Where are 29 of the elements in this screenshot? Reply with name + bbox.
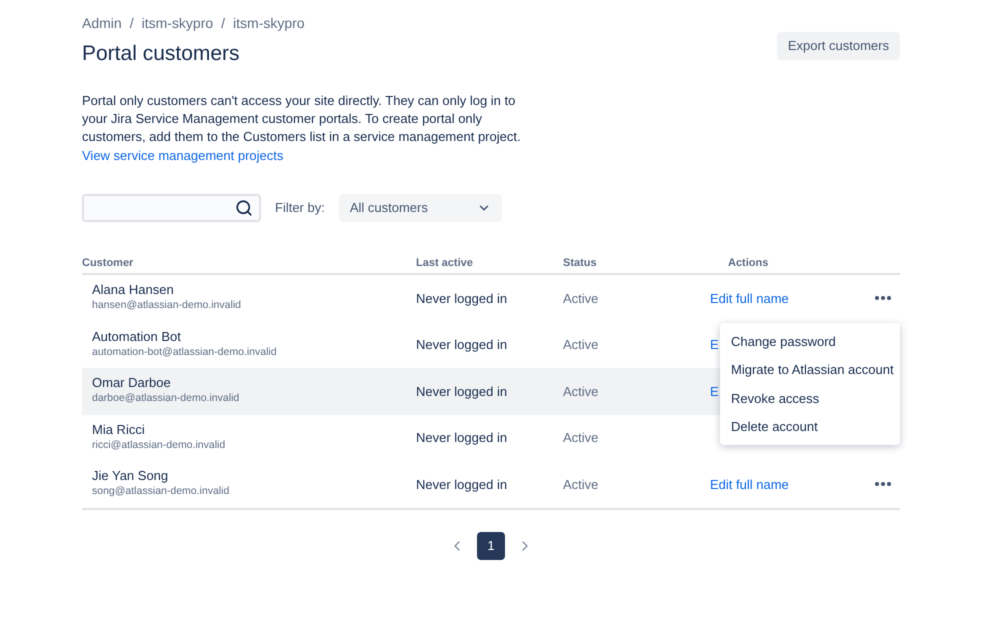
customer-name: Alana Hansen [92,282,175,298]
customer-name: Automation Bot [92,328,182,345]
filter-label: Filter by: [275,199,325,218]
status-cell-text: Active [563,290,600,308]
last-active-cell-text: Never logged in [416,476,508,494]
breadcrumb-separator: / [221,14,226,33]
column-header: Status [563,256,598,271]
status-cell-text: Active [563,476,600,494]
last-active-cell-text: Never logged in [416,429,508,447]
last-active-cell-text: Never logged in [416,382,508,401]
status-cell-text: Active [563,429,600,447]
column-header: Actions [728,256,768,271]
customer-email: darboe@atlassian-demo.invalid [92,391,240,406]
last-active-cell-text: Never logged in [416,290,508,308]
status-cell-text: Active [563,382,600,400]
status-cell-text: Active [563,336,600,354]
column-header: Last active [416,256,474,271]
description: Portal only customers can't access your site directly. They can only log in to your Jira Service Management customer portals. To create portal only customers, add them to the Customers list in a service management project. [82,92,522,146]
customer-name: Mia Ricci [92,422,146,438]
customer-email: automation-bot@atlassian-demo.invalid [92,344,278,360]
column-header: Customer [82,256,134,271]
customer-name: Omar Darboe [92,375,172,392]
page-title: Portal customers [82,41,241,67]
breadcrumb-separator: / [130,14,134,33]
last-active-cell-text: Never logged in [416,336,508,354]
customer-name: Jie Yan Song [92,468,170,484]
customer-email: ricci@atlassian-demo.invalid [92,438,226,453]
customer-email: song@atlassian-demo.invalid [92,484,230,500]
customer-email: hansen@atlassian-demo.invalid [92,298,242,314]
